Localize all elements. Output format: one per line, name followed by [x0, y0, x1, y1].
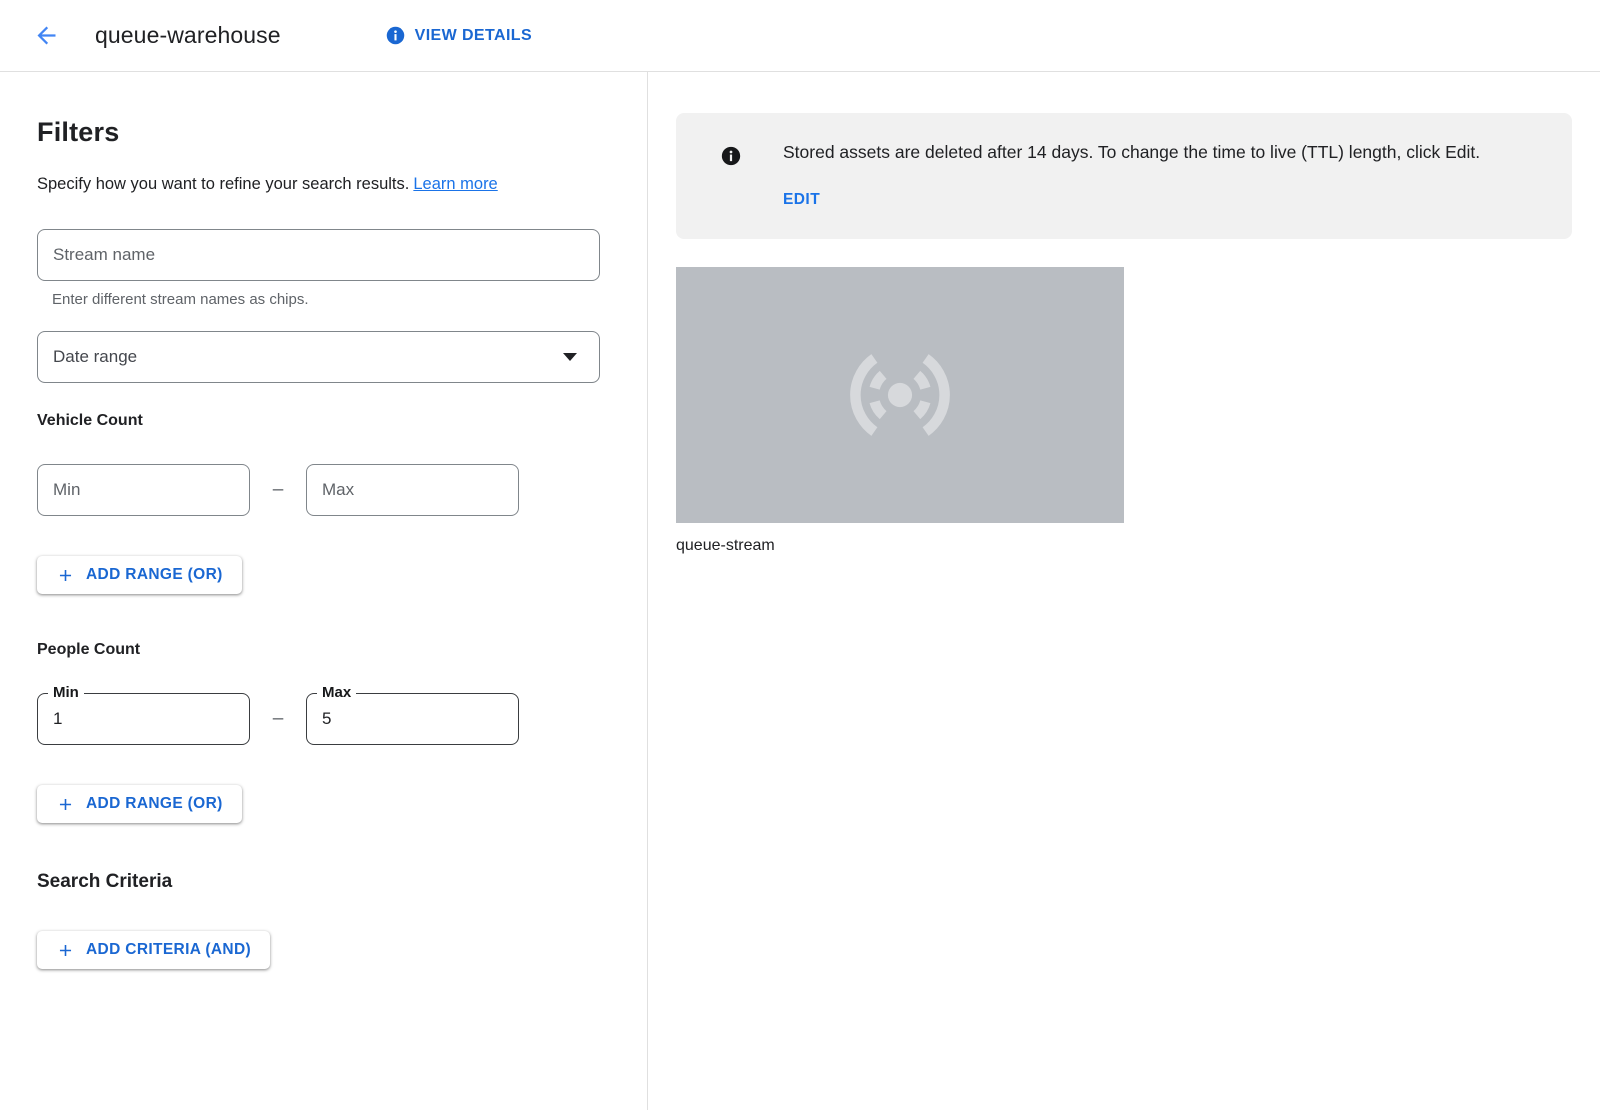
plus-icon	[56, 566, 75, 585]
people-count-range-row: Min – Max	[37, 693, 599, 745]
filters-title: Filters	[37, 117, 599, 148]
people-add-range-button[interactable]: ADD RANGE (OR)	[37, 785, 242, 823]
people-count-min-label: Min	[48, 684, 84, 701]
filters-panel: Filters Specify how you want to refine y…	[0, 72, 648, 1110]
ttl-banner: Stored assets are deleted after 14 days.…	[676, 113, 1572, 239]
live-stream-icon	[837, 332, 963, 458]
people-count-max-field: Max	[306, 693, 519, 745]
plus-icon	[56, 795, 75, 814]
back-button[interactable]	[26, 16, 66, 56]
stream-thumbnail[interactable]	[676, 267, 1124, 523]
vehicle-count-label: Vehicle Count	[37, 412, 599, 430]
learn-more-link[interactable]: Learn more	[413, 175, 497, 193]
date-range-select[interactable]: Date range	[37, 331, 600, 383]
date-range-label: Date range	[53, 347, 137, 367]
add-criteria-label: ADD CRITERIA (AND)	[86, 941, 251, 959]
add-criteria-button[interactable]: ADD CRITERIA (AND)	[37, 931, 270, 969]
stream-name-helper: Enter different stream names as chips.	[52, 291, 599, 308]
content-panel: Stored assets are deleted after 14 days.…	[648, 72, 1600, 1110]
top-bar: queue-warehouse VIEW DETAILS	[0, 0, 1600, 72]
people-count-min-field: Min	[37, 693, 250, 745]
stream-name-caption: queue-stream	[676, 537, 1572, 555]
range-separator: –	[250, 708, 306, 730]
people-count-max-label: Max	[317, 684, 356, 701]
vehicle-count-range-row: –	[37, 464, 599, 516]
filters-description-text: Specify how you want to refine your sear…	[37, 175, 409, 193]
info-icon-dark	[720, 145, 742, 209]
search-criteria-heading: Search Criteria	[37, 871, 599, 893]
range-separator: –	[250, 479, 306, 501]
edit-button[interactable]: EDIT	[783, 191, 820, 209]
vehicle-add-range-label: ADD RANGE (OR)	[86, 566, 223, 584]
vehicle-count-min-input[interactable]	[37, 464, 250, 516]
filters-description: Specify how you want to refine your sear…	[37, 175, 599, 194]
chevron-down-icon	[563, 353, 577, 361]
page-title: queue-warehouse	[95, 22, 281, 49]
people-count-label: People Count	[37, 641, 599, 659]
stream-name-input[interactable]	[37, 229, 600, 281]
plus-icon	[56, 941, 75, 960]
ttl-banner-message: Stored assets are deleted after 14 days.…	[783, 137, 1480, 168]
vehicle-add-range-button[interactable]: ADD RANGE (OR)	[37, 556, 242, 594]
view-details-button[interactable]: VIEW DETAILS	[385, 25, 532, 46]
info-icon	[385, 25, 406, 46]
view-details-label: VIEW DETAILS	[415, 27, 532, 45]
vehicle-count-max-input[interactable]	[306, 464, 519, 516]
people-add-range-label: ADD RANGE (OR)	[86, 795, 223, 813]
back-arrow-icon	[33, 22, 60, 49]
